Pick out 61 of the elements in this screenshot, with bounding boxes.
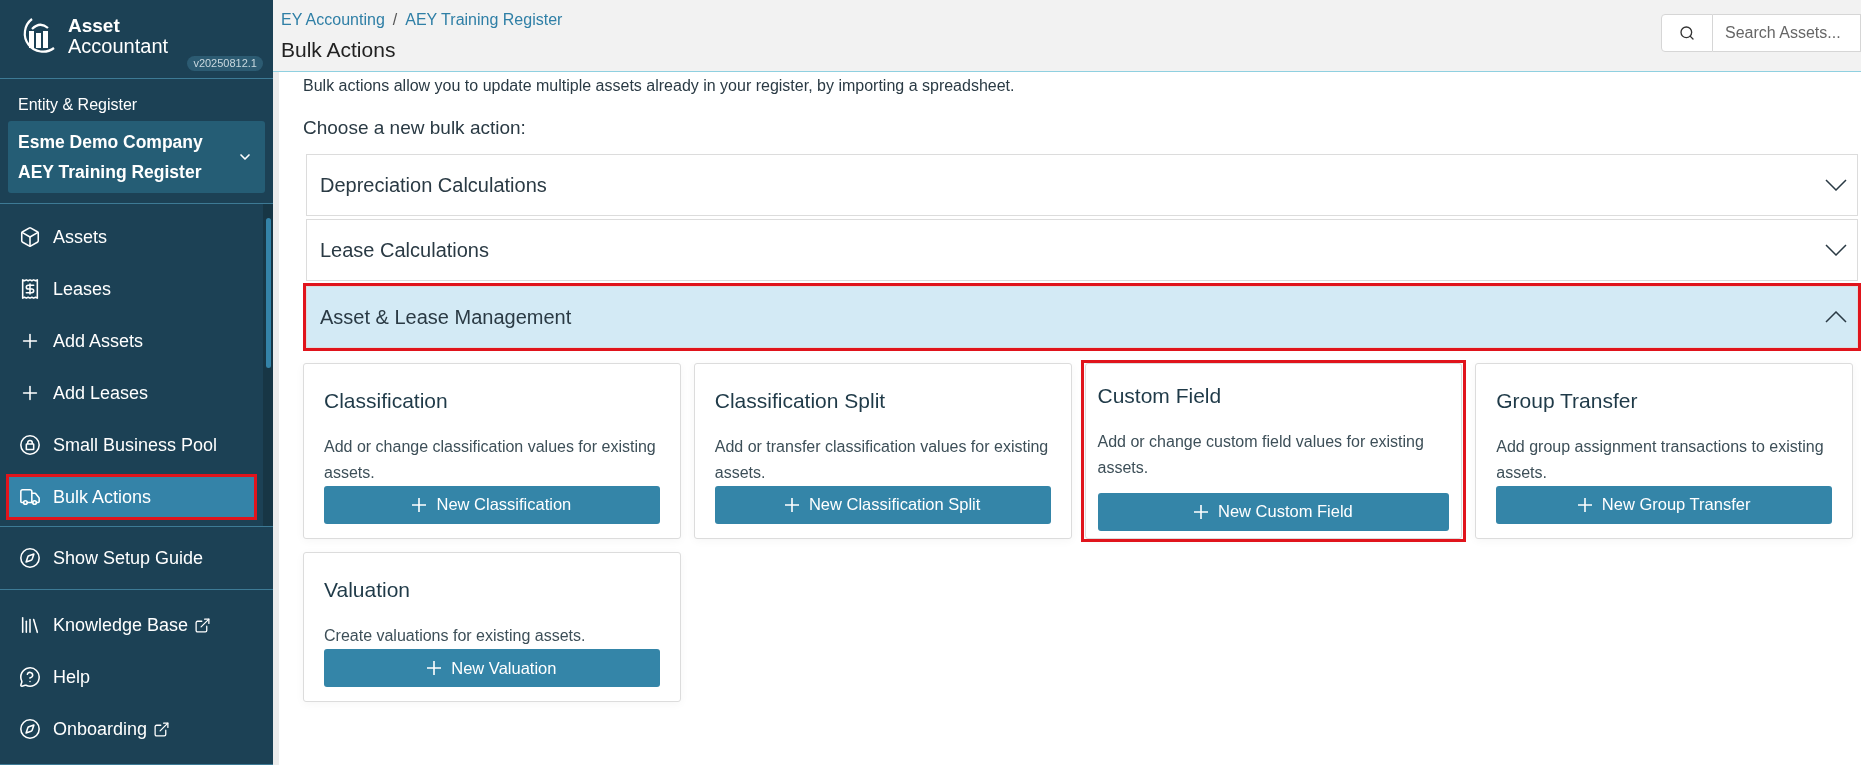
card-description: Add group assignment transactions to existing assets. — [1496, 436, 1825, 483]
page-title: Bulk Actions — [281, 37, 397, 63]
books-icon — [19, 614, 41, 636]
entity-name: Esme Demo Company — [18, 131, 204, 154]
sidebar-item[interactable]: Leases — [9, 269, 254, 309]
lock-circle-icon — [19, 434, 41, 456]
card-description: Add or transfer classification values for existing assets. — [714, 436, 1050, 483]
sidebar-item[interactable]: Show Setup Guide — [9, 538, 264, 578]
sidebar-item[interactable]: Add Leases — [9, 373, 254, 413]
cube-icon — [19, 226, 41, 248]
plus-icon — [427, 661, 442, 675]
chevron-down-icon — [1825, 179, 1847, 191]
card-description: Create valuations for existing assets. — [324, 626, 587, 646]
breadcrumb-link[interactable]: EY Accounting — [281, 8, 385, 32]
version-badge: v20250812.1 — [187, 56, 263, 71]
search-field[interactable]: Search Assets... — [1713, 14, 1861, 52]
entity-name: AEY Training Register — [18, 161, 203, 184]
chevron-up-icon — [1825, 310, 1847, 323]
section-prompt: Choose a new bulk action: — [303, 116, 527, 140]
sidebar-item[interactable]: Onboarding — [9, 709, 264, 749]
brand-name: Accountant — [68, 36, 169, 56]
plus-icon — [784, 497, 799, 512]
accordion-header[interactable]: Asset & Lease Management — [306, 285, 1858, 348]
new-action-button[interactable]: New Classification — [324, 485, 660, 524]
plus-icon — [1577, 497, 1592, 512]
help-icon — [19, 666, 41, 688]
accordion-header[interactable]: Depreciation Calculations — [306, 154, 1858, 216]
card-description: Add or change classification values for existing assets. — [324, 436, 657, 483]
compass-icon — [19, 718, 41, 740]
card-title: Custom Field — [1097, 382, 1223, 409]
chevron-down-icon — [1825, 244, 1847, 256]
sidebar-item[interactable]: Assets — [9, 217, 254, 257]
accordion-header[interactable]: Lease Calculations — [306, 219, 1858, 281]
card-title: Valuation — [324, 576, 411, 603]
sidebar-item[interactable]: Knowledge Base — [9, 605, 264, 645]
sidebar-item[interactable]: Add Assets — [9, 321, 254, 361]
card-description: Add or change custom field values for existing assets. — [1097, 431, 1425, 478]
search-icon — [1679, 25, 1695, 41]
new-action-button[interactable]: New Custom Field — [1097, 492, 1450, 531]
new-action-button[interactable]: New Classification Split — [714, 485, 1051, 524]
breadcrumb-separator: / — [392, 10, 398, 30]
plus-icon — [1193, 504, 1208, 519]
scrollbar[interactable] — [263, 204, 273, 526]
new-action-button[interactable]: New Group Transfer — [1496, 485, 1832, 524]
entity-dropdown[interactable]: Esme Demo Company AEY Training Register — [8, 121, 265, 193]
plus-icon — [412, 497, 427, 512]
card-title: Classification Split — [714, 387, 887, 414]
card-title: Classification — [324, 387, 449, 414]
sidebar-item[interactable]: Small Business Pool — [9, 425, 254, 465]
compass-icon — [19, 547, 41, 569]
search-button[interactable] — [1661, 14, 1713, 52]
sidebar-item[interactable]: Bulk Actions — [9, 477, 254, 517]
sidebar-item[interactable]: Help — [9, 657, 264, 697]
intro-text: Bulk actions allow you to update multiple assets already in your register, by importing a spreadsheet. — [303, 76, 1016, 96]
brand-name: Asset — [68, 16, 121, 36]
entity-label: Entity & Register — [17, 95, 139, 115]
breadcrumb-link[interactable]: AEY Training Register — [405, 8, 563, 32]
card-title: Group Transfer — [1496, 387, 1639, 414]
receipt-icon — [19, 278, 41, 300]
new-action-button[interactable]: New Valuation — [324, 649, 660, 687]
truck-icon — [19, 486, 41, 508]
